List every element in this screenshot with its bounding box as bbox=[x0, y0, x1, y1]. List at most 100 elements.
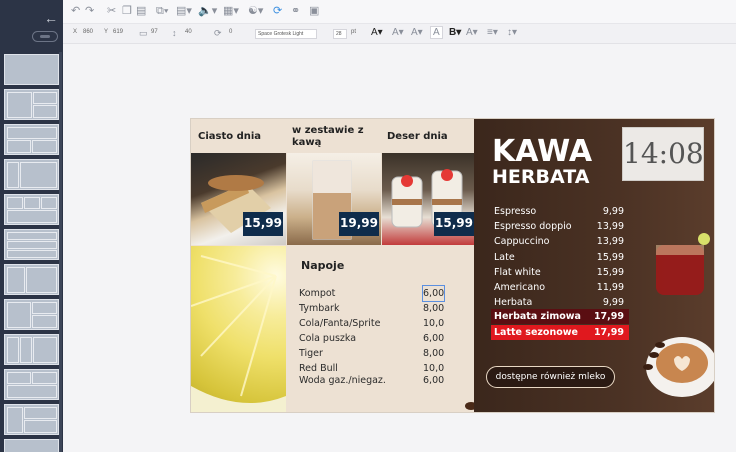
font-effects-icon[interactable]: A▾ bbox=[392, 27, 404, 38]
header-dessert-of-day[interactable]: Deser dnia bbox=[387, 131, 448, 143]
drink-price[interactable]: 10,0 bbox=[423, 316, 444, 331]
drink-row[interactable]: Tymbark 8,00 bbox=[299, 301, 449, 316]
font-size-input[interactable]: 28 bbox=[333, 29, 347, 39]
coffee-row[interactable]: Late 15,99 bbox=[491, 250, 629, 265]
link-icon[interactable]: ⚭ bbox=[291, 6, 300, 17]
x-label: X bbox=[73, 29, 78, 35]
back-arrow-icon[interactable]: ← bbox=[44, 11, 58, 25]
layout-thumbnail-6[interactable] bbox=[4, 229, 59, 260]
coffee-row[interactable]: Espresso 9,99 bbox=[491, 204, 629, 219]
drink-row[interactable]: Woda gaz./niegaz. 6,00 bbox=[299, 373, 449, 388]
sidebar-scrollbar[interactable] bbox=[59, 52, 62, 452]
coffee-price: 13,99 bbox=[596, 236, 624, 247]
redo-icon[interactable]: ↷ bbox=[85, 6, 94, 17]
layout-icon[interactable]: ▣ bbox=[309, 6, 319, 17]
coffee-name: Espresso doppio bbox=[494, 221, 572, 232]
magic-icon[interactable]: ⟳ bbox=[273, 6, 282, 17]
coffee-name: Americano bbox=[494, 282, 546, 293]
arrange-icon[interactable]: ⧉▾ bbox=[156, 6, 168, 17]
width-input[interactable]: 97 bbox=[151, 29, 158, 35]
drink-price[interactable]: 6,00 bbox=[423, 373, 444, 388]
coffee-name: Herbata zimowa bbox=[494, 311, 581, 322]
coffee-price: 17,99 bbox=[593, 327, 624, 338]
grid-icon[interactable]: ▦▾ bbox=[223, 6, 239, 17]
drinks-title[interactable]: Napoje bbox=[301, 259, 344, 272]
drink-price-selected[interactable]: 6,00 bbox=[421, 285, 446, 302]
view-toggle[interactable] bbox=[32, 31, 58, 42]
font-family-select[interactable]: Space Grotesk Light bbox=[255, 29, 317, 39]
coffee-row[interactable]: Herbata 9,99 bbox=[491, 295, 629, 310]
text-style-icon[interactable]: A▾ bbox=[466, 27, 478, 38]
cake-price[interactable]: 15,99 bbox=[243, 212, 283, 236]
coffee-row[interactable]: Americano 11,99 bbox=[491, 280, 629, 295]
clock-widget[interactable]: 14:08 bbox=[622, 127, 704, 181]
coffee-price: 9,99 bbox=[602, 297, 624, 308]
coffee-name: Cappuccino bbox=[494, 236, 550, 247]
audio-icon[interactable]: 🔈▾ bbox=[198, 6, 217, 17]
coffee-title[interactable]: KAWA bbox=[492, 137, 592, 167]
layout-thumbnail-5[interactable] bbox=[4, 194, 59, 225]
layout-thumbnail-10[interactable] bbox=[4, 369, 59, 400]
slides-sidebar: ← bbox=[0, 0, 63, 452]
menu-board-canvas[interactable]: Ciasto dnia w zestawie z kawą Deser dnia… bbox=[190, 118, 715, 413]
layout-thumbnail-3[interactable] bbox=[4, 124, 59, 155]
height-input[interactable]: 40 bbox=[185, 29, 192, 35]
drink-name: Woda gaz./niegaz. bbox=[299, 375, 386, 386]
coffee-name: Late bbox=[494, 252, 515, 263]
lemon-photo[interactable] bbox=[191, 246, 286, 412]
layout-thumbnail-4[interactable] bbox=[4, 159, 59, 190]
coffee-price: 13,99 bbox=[596, 221, 624, 232]
tea-title[interactable]: HERBATA bbox=[492, 166, 589, 188]
paste-icon[interactable]: ▤ bbox=[136, 6, 146, 17]
drink-row[interactable]: Cola puszka 6,00 bbox=[299, 331, 449, 346]
y-input[interactable]: 619 bbox=[113, 29, 123, 35]
drink-row[interactable]: Cola/Fanta/Sprite 10,0 bbox=[299, 316, 449, 331]
y-label: Y bbox=[104, 29, 109, 35]
coffee-row[interactable]: Cappuccino 13,99 bbox=[491, 234, 629, 249]
bold-icon[interactable]: B▾ bbox=[449, 27, 461, 38]
x-input[interactable]: 860 bbox=[83, 29, 93, 35]
header-cake-of-day[interactable]: Ciasto dnia bbox=[198, 131, 261, 143]
layout-thumbnail-11[interactable] bbox=[4, 404, 59, 435]
cut-icon[interactable]: ✂ bbox=[107, 6, 116, 17]
coffee-row[interactable]: Flat white 15,99 bbox=[491, 265, 629, 280]
highlight-icon[interactable]: A bbox=[430, 26, 443, 39]
drink-price[interactable]: 8,00 bbox=[423, 346, 444, 361]
width-icon: ▭ bbox=[139, 28, 148, 38]
latte-cup-decoration bbox=[643, 337, 714, 397]
layout-thumbnail-8[interactable] bbox=[4, 299, 59, 330]
coffee-price: 15,99 bbox=[596, 267, 624, 278]
layout-thumbnail-1[interactable] bbox=[4, 54, 59, 85]
coffee-name: Flat white bbox=[494, 267, 541, 278]
milk-available-note[interactable]: dostępne również mleko bbox=[486, 366, 615, 388]
align-icon[interactable]: ▤▾ bbox=[176, 6, 192, 17]
rotation-input[interactable]: 0 bbox=[229, 29, 232, 35]
drink-name: Tymbark bbox=[299, 303, 340, 314]
coffee-price: 15,99 bbox=[596, 252, 624, 263]
layout-thumbnail-9[interactable] bbox=[4, 334, 59, 365]
font-size-unit: pt bbox=[351, 29, 357, 35]
dessert-price[interactable]: 15,99 bbox=[434, 212, 474, 236]
drink-price[interactable]: 8,00 bbox=[423, 301, 444, 316]
layout-thumbnail-2[interactable] bbox=[4, 89, 59, 120]
share-icon[interactable]: ☯▾ bbox=[248, 6, 263, 17]
text-color-icon[interactable]: A▾ bbox=[371, 27, 383, 38]
align-text-icon[interactable]: ≡▾ bbox=[487, 27, 498, 38]
layout-thumbnail-7[interactable] bbox=[4, 264, 59, 295]
drink-row[interactable]: Kompot 6,00 bbox=[299, 285, 449, 302]
vertical-align-icon[interactable]: ↕▾ bbox=[507, 27, 517, 38]
coffee-price: 9,99 bbox=[602, 206, 624, 217]
coffee-set-price[interactable]: 19,99 bbox=[339, 212, 379, 236]
layout-thumbnail-12[interactable] bbox=[4, 439, 59, 452]
tea-glass-decoration bbox=[656, 233, 710, 295]
coffee-row-highlight-winter-tea[interactable]: Herbata zimowa 17,99 bbox=[491, 309, 629, 324]
coffee-row[interactable]: Espresso doppio 13,99 bbox=[491, 219, 629, 234]
drink-price[interactable]: 6,00 bbox=[423, 331, 444, 346]
header-coffee-set[interactable]: w zestawie z kawą bbox=[292, 125, 372, 149]
text-outline-icon[interactable]: A▾ bbox=[411, 27, 423, 38]
drink-row[interactable]: Tiger 8,00 bbox=[299, 346, 449, 361]
coffee-row-highlight-seasonal-latte[interactable]: Latte sezonowe 17,99 bbox=[491, 325, 629, 340]
drink-name: Kompot bbox=[299, 288, 336, 299]
undo-icon[interactable]: ↶ bbox=[71, 6, 80, 17]
copy-icon[interactable]: ❐ bbox=[122, 6, 132, 17]
